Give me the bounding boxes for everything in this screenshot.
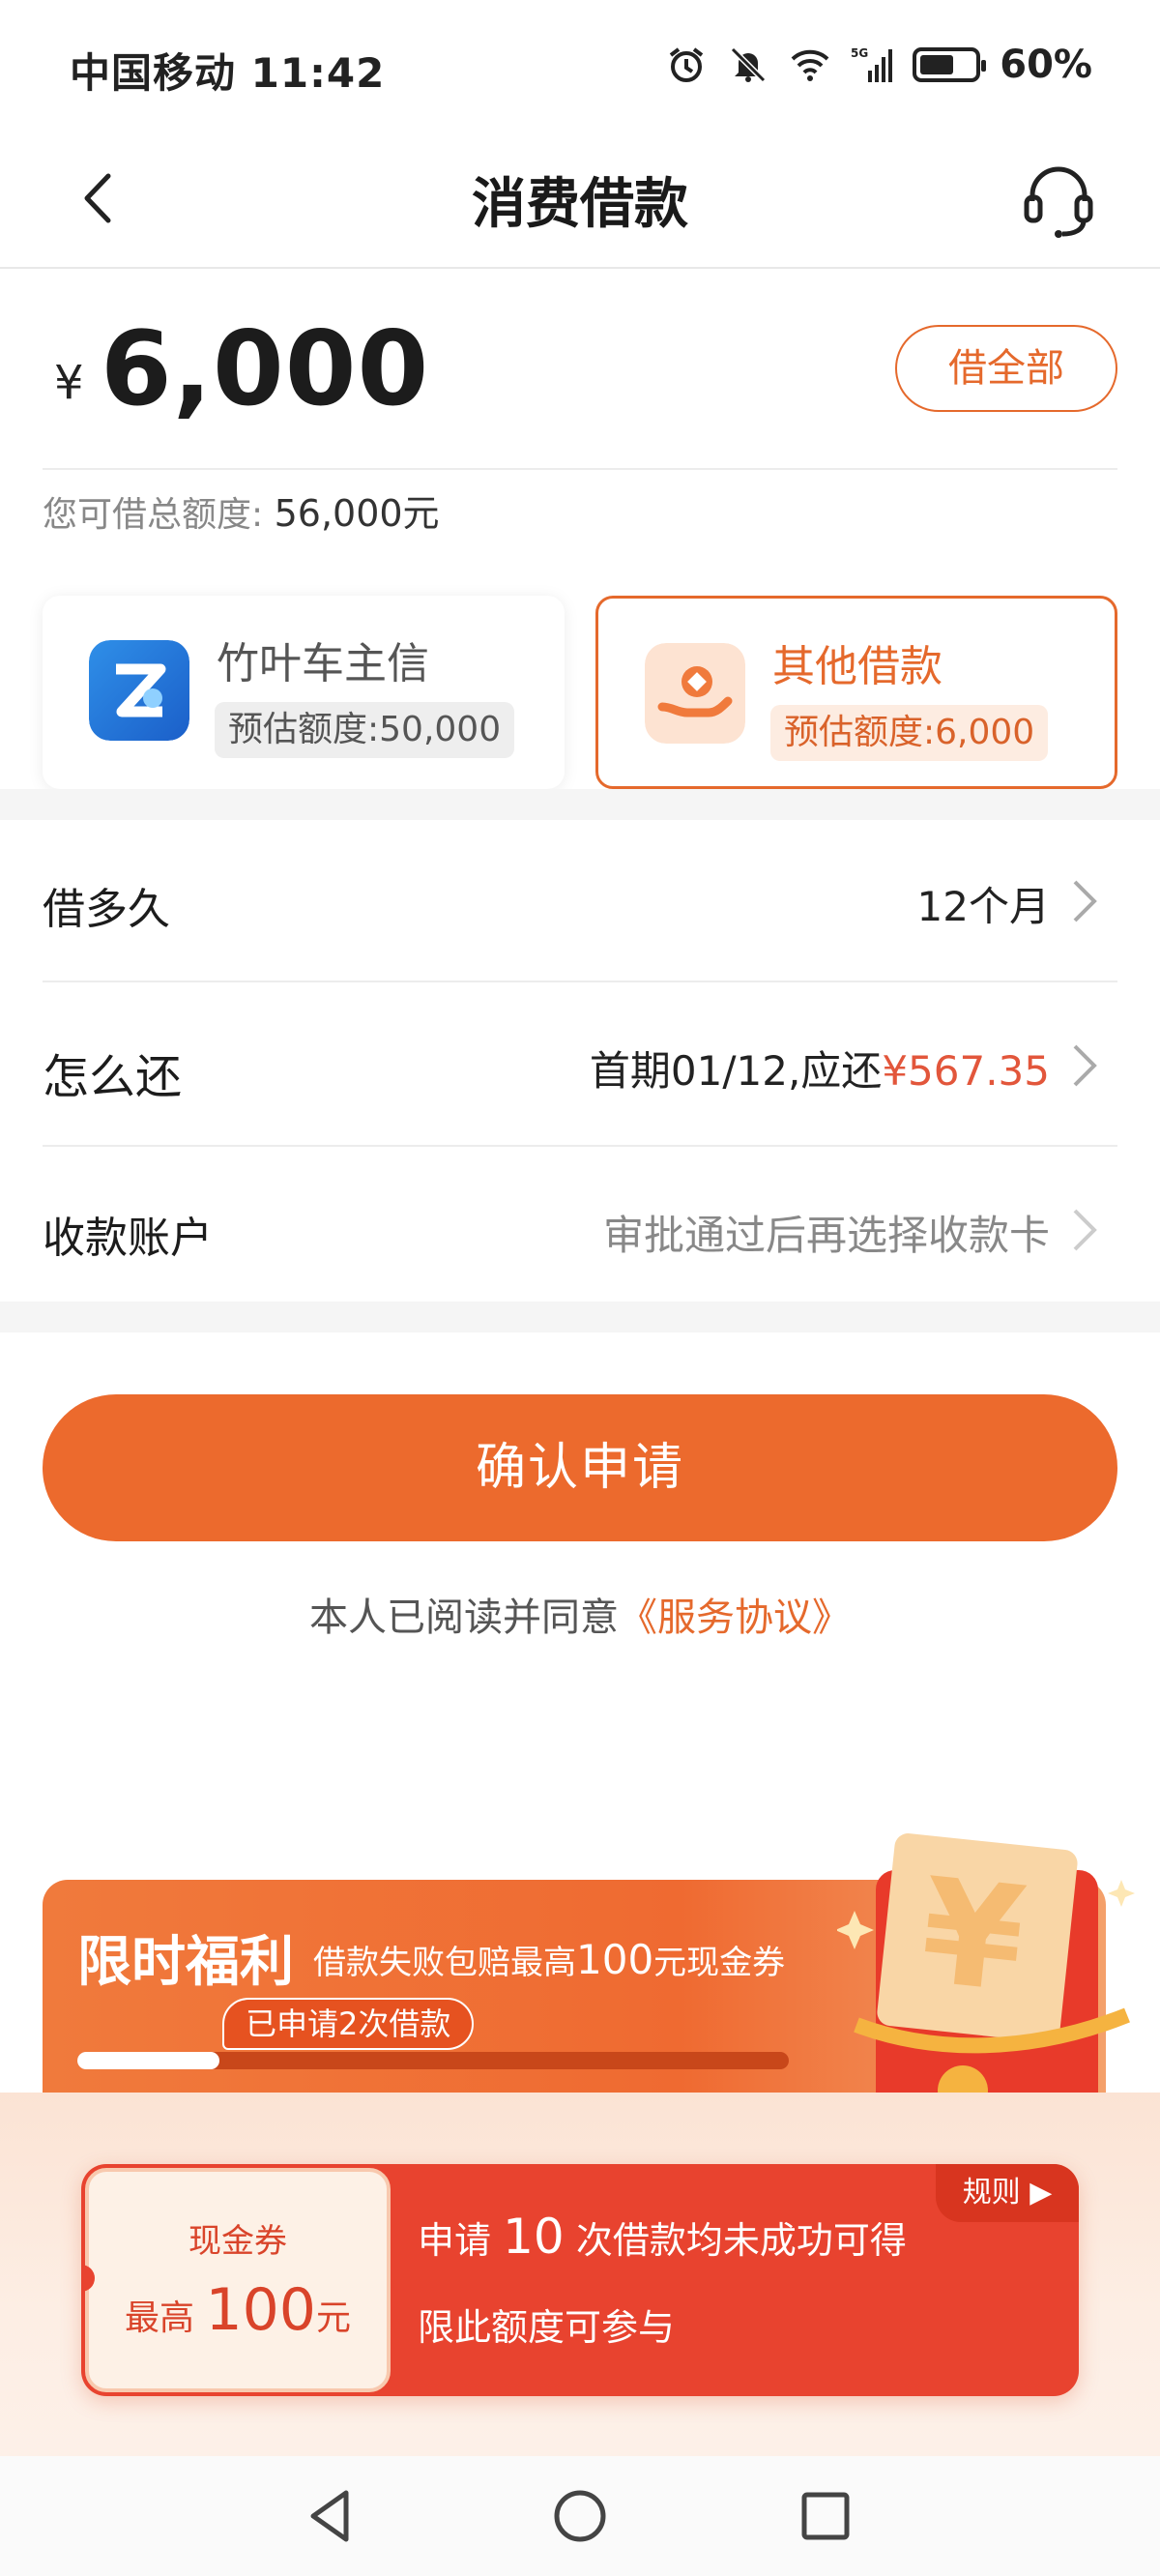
promo-progress-tip: 已申请2次借款 [222, 1998, 475, 2050]
hand-coin-icon [645, 643, 745, 744]
status-icons: 5G 60% [665, 43, 1092, 87]
promo-subtitle-post: 元现金券 [653, 1944, 786, 1982]
product-quota: 预估额度:6,000 [770, 705, 1049, 761]
status-bar: 中国移动 11:42 5G 60% [0, 0, 1160, 135]
agreement-text: 本人已阅读并同意《服务协议》 [0, 1586, 1160, 1642]
system-nav-bar [0, 2456, 1160, 2576]
chevron-right-icon [1073, 1044, 1097, 1087]
chevron-right-icon [1073, 880, 1097, 922]
product-name: 其他借款 [772, 642, 942, 691]
account-row[interactable]: 收款账户 审批通过后再选择收款卡 [43, 1149, 1117, 1311]
battery-percent: 60% [1000, 43, 1092, 87]
svg-text:5G: 5G [851, 46, 868, 60]
total-quota-label: 您可借总额度: [43, 495, 264, 535]
zhuye-logo-icon [89, 640, 189, 741]
promo-progress-bar [77, 2052, 789, 2069]
promo-subtitle: 借款失败包赔最高100元现金券 [313, 1936, 785, 1983]
signal-5g-icon: 5G [851, 46, 893, 82]
coupon-amount-unit: 元 [315, 2298, 351, 2338]
amount-section: ¥ 6,000 借全部 [0, 271, 1160, 470]
loan-amount[interactable]: 6,000 [101, 309, 429, 428]
nav-bar: 消费借款 [0, 135, 1160, 269]
coupon-condition-post: 次借款均未成功可得 [575, 2219, 907, 2262]
product-quota: 预估额度:50,000 [215, 702, 515, 758]
term-value: 12个月 [916, 883, 1050, 930]
section-divider [0, 1302, 1160, 1332]
confirm-apply-button[interactable]: 确认申请 [43, 1394, 1117, 1541]
chevron-right-icon [1073, 1209, 1097, 1251]
coupon-amount-value: 100 [205, 2276, 316, 2344]
promo-title: 限时福利 [77, 1931, 294, 1994]
divider [43, 468, 1117, 470]
account-value: 审批通过后再选择收款卡 [602, 1212, 1050, 1259]
account-label: 收款账户 [43, 1214, 213, 1263]
battery-icon [913, 47, 987, 82]
coupon-value-panel: 现金券 最高 100元 [85, 2168, 391, 2392]
product-name: 竹叶车主信 [217, 639, 429, 688]
rules-button[interactable]: 规则 ▶ [936, 2164, 1079, 2222]
total-quota-value: 56,000元 [274, 492, 440, 535]
cash-coupon-card[interactable]: 现金券 最高 100元 申请 10 次借款均未成功可得 限此额度可参与 规则 ▶ [81, 2164, 1079, 2396]
agreement-label: 本人已阅读并同意 [309, 1595, 619, 1640]
nav-back-triangle-icon[interactable] [300, 2485, 362, 2547]
promo-subtitle-amount: 100 [576, 1936, 654, 1983]
repay-amount: ¥567.35 [882, 1047, 1050, 1095]
product-cards: 竹叶车主信 预估额度:50,000 其他借款 预估额度:6,000 [43, 596, 1117, 789]
promo-subtitle-pre: 借款失败包赔最高 [313, 1944, 576, 1982]
coupon-section: 现金券 最高 100元 申请 10 次借款均未成功可得 限此额度可参与 规则 ▶ [0, 2093, 1160, 2456]
total-quota: 您可借总额度: 56,000元 [43, 483, 440, 537]
red-envelope-icon: ¥ [837, 1833, 1135, 2112]
repay-value: 首期01/12,应还¥567.35 [590, 1039, 1050, 1098]
product-card-other[interactable]: 其他借款 预估额度:6,000 [595, 596, 1117, 789]
term-label: 借多久 [43, 885, 170, 934]
product-card-zhuye[interactable]: 竹叶车主信 预估额度:50,000 [43, 596, 565, 789]
section-divider [0, 789, 1160, 820]
coupon-amount: 最高 100元 [89, 2276, 387, 2344]
promo-progress-fill [77, 2052, 220, 2069]
repay-first-period: 首期01/12,应还 [589, 1047, 883, 1095]
coupon-scope: 限此额度可参与 [418, 2306, 676, 2349]
carrier-time: 中国移动 11:42 [70, 49, 386, 97]
currency-symbol: ¥ [54, 356, 84, 410]
coupon-condition-pre: 申请 [418, 2219, 492, 2262]
coupon-condition-count: 10 [503, 2209, 565, 2265]
headset-icon[interactable] [1015, 157, 1102, 244]
term-row[interactable]: 借多久 12个月 [43, 820, 1117, 982]
coupon-condition: 申请 10 次借款均未成功可得 [418, 2209, 907, 2265]
wifi-icon [791, 49, 829, 81]
page-title: 消费借款 [472, 173, 688, 236]
repay-label: 怎么还 [43, 1050, 183, 1104]
repay-row[interactable]: 怎么还 首期01/12,应还¥567.35 [43, 984, 1117, 1147]
nav-recents-square-icon[interactable] [795, 2485, 856, 2547]
mute-icon [731, 46, 767, 83]
coupon-type: 现金券 [188, 2222, 287, 2261]
borrow-all-button[interactable]: 借全部 [895, 325, 1117, 412]
svg-text:¥: ¥ [914, 1848, 1031, 2026]
alarm-icon [670, 47, 704, 82]
service-agreement-link[interactable]: 《服务协议》 [619, 1595, 851, 1640]
nav-home-circle-icon[interactable] [549, 2485, 611, 2547]
coupon-amount-pre: 最高 [124, 2298, 194, 2338]
